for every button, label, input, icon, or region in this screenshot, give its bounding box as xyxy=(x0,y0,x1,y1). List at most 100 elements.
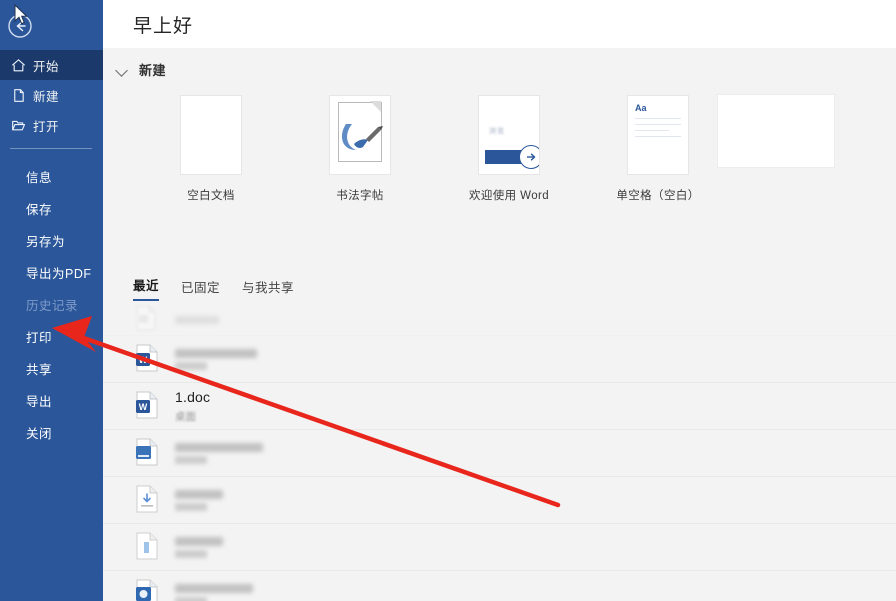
template-label: 欢迎使用 Word xyxy=(468,190,550,202)
sidebar-item-home[interactable]: 开始 xyxy=(0,50,103,80)
file-name-redacted xyxy=(175,348,257,358)
template-preview-text: 浏览 xyxy=(489,128,505,135)
calligraphy-brush-icon xyxy=(341,124,383,150)
table-row[interactable]: W xyxy=(103,336,896,383)
file-name-redacted xyxy=(175,315,219,324)
powerpoint-file-icon xyxy=(135,579,161,601)
table-row[interactable] xyxy=(103,477,896,524)
sidebar-item-label: 打印 xyxy=(26,330,53,345)
file-meta: 1.doc 桌面 xyxy=(175,389,210,424)
template-single-space-blank[interactable]: Aa 单空格（空白） xyxy=(588,95,728,203)
sidebar-item-label: 开始 xyxy=(33,59,60,74)
template-calligraphy[interactable]: 书法字帖 xyxy=(290,95,430,203)
word-backstage-screen: 开始 新建 打开 信息 保存 另存为 导出为PDF 历史记录 打印 共享 导出 … xyxy=(0,0,896,601)
file-meta xyxy=(175,315,219,324)
recent-files-list: W W 1.doc 桌面 xyxy=(103,304,896,601)
home-icon xyxy=(10,57,26,73)
template-preview-text: Aa xyxy=(635,103,647,113)
tab-label: 与我共享 xyxy=(242,281,295,295)
sidebar-item-label: 关闭 xyxy=(26,426,53,441)
blank-wide-thumb xyxy=(718,95,834,167)
file-location-redacted xyxy=(175,549,207,558)
welcome-word-thumb: 浏览 xyxy=(478,95,540,175)
tab-recent[interactable]: 最近 xyxy=(133,275,160,301)
sidebar-item-export-pdf[interactable]: 导出为PDF xyxy=(0,256,103,288)
sidebar-item-label: 共享 xyxy=(26,362,53,377)
table-row[interactable] xyxy=(103,571,896,601)
sidebar-secondary-nav: 信息 保存 另存为 导出为PDF 历史记录 打印 共享 导出 关闭 xyxy=(0,160,103,448)
table-row[interactable] xyxy=(103,524,896,571)
pdf-file-icon xyxy=(135,485,161,515)
sidebar-item-history: 历史记录 xyxy=(0,288,103,320)
sidebar-item-label: 导出为PDF xyxy=(26,266,92,281)
template-label: 空白文档 xyxy=(187,190,235,202)
table-row[interactable] xyxy=(103,430,896,477)
tab-shared-with-me[interactable]: 与我共享 xyxy=(242,277,294,301)
backstage-sidebar: 开始 新建 打开 信息 保存 另存为 导出为PDF 历史记录 打印 共享 导出 … xyxy=(0,0,103,601)
chevron-down-icon xyxy=(115,63,129,77)
greeting-bar: 早上好 xyxy=(103,0,896,48)
template-label: 单空格（空白） xyxy=(616,190,700,202)
back-button[interactable] xyxy=(6,12,34,40)
sidebar-item-label: 新建 xyxy=(33,89,60,104)
single-space-blank-thumb: Aa xyxy=(627,95,689,175)
new-section-header[interactable]: 新建 xyxy=(115,60,166,79)
svg-text:W: W xyxy=(139,402,148,412)
tab-label: 最近 xyxy=(133,279,160,293)
sidebar-item-save[interactable]: 保存 xyxy=(0,192,103,224)
table-row[interactable]: W 1.doc 桌面 xyxy=(103,383,896,430)
arrow-right-icon xyxy=(519,145,539,169)
file-name-redacted xyxy=(175,442,263,452)
table-row[interactable] xyxy=(103,304,896,336)
sidebar-item-close[interactable]: 关闭 xyxy=(0,416,103,448)
file-meta xyxy=(175,442,263,464)
file-meta xyxy=(175,348,257,370)
sidebar-item-open[interactable]: 打开 xyxy=(0,110,103,140)
recent-tabs: 最近 已固定 与我共享 xyxy=(133,275,294,301)
sidebar-item-share[interactable]: 共享 xyxy=(0,352,103,384)
back-circle-arrow-icon xyxy=(8,14,32,38)
calligraphy-thumb xyxy=(329,95,391,175)
file-name-redacted xyxy=(175,583,253,593)
file-location-redacted xyxy=(175,361,207,370)
template-blank-wide[interactable] xyxy=(718,95,868,179)
sidebar-item-label: 打开 xyxy=(33,119,60,134)
file-meta xyxy=(175,583,253,601)
word-file-icon: W xyxy=(135,344,161,374)
file-name: 1.doc xyxy=(175,388,211,405)
sidebar-item-print[interactable]: 打印 xyxy=(0,320,103,352)
file-meta xyxy=(175,489,223,511)
template-gallery: 空白文档 书法字帖 浏览 欢迎使用 Word Aa 单空格（空白） xyxy=(103,95,896,215)
backstage-main: 早上好 新建 空白文档 书法字帖 浏览 欢迎使用 Word Aa 单空格（空白）… xyxy=(103,0,896,601)
generic-file-icon xyxy=(135,305,161,335)
sidebar-item-new[interactable]: 新建 xyxy=(0,80,103,110)
template-blank-document[interactable]: 空白文档 xyxy=(141,95,281,203)
file-location-redacted xyxy=(175,455,207,464)
file-location-redacted xyxy=(175,596,207,601)
sidebar-item-label: 另存为 xyxy=(26,234,66,249)
sidebar-item-info[interactable]: 信息 xyxy=(0,160,103,192)
file-meta xyxy=(175,536,223,558)
file-location: 桌面 xyxy=(175,410,196,423)
sidebar-divider xyxy=(10,148,92,149)
blank-document-thumb xyxy=(180,95,242,175)
file-name-redacted xyxy=(175,489,223,499)
new-document-icon xyxy=(10,87,26,103)
svg-text:W: W xyxy=(139,355,148,365)
file-name-redacted xyxy=(175,536,223,546)
open-folder-icon xyxy=(10,117,26,133)
template-welcome-word[interactable]: 浏览 欢迎使用 Word xyxy=(439,95,579,203)
sidebar-item-label: 导出 xyxy=(26,394,53,409)
tab-pinned[interactable]: 已固定 xyxy=(181,277,220,301)
new-section-title: 新建 xyxy=(139,63,167,78)
sidebar-item-label: 保存 xyxy=(26,202,53,217)
template-label: 书法字帖 xyxy=(336,190,384,202)
text-file-icon xyxy=(135,532,161,562)
file-location-redacted xyxy=(175,502,207,511)
sidebar-item-label: 历史记录 xyxy=(26,298,79,313)
sidebar-item-save-as[interactable]: 另存为 xyxy=(0,224,103,256)
tab-label: 已固定 xyxy=(181,281,221,295)
excel-file-icon xyxy=(135,438,161,468)
sidebar-item-label: 信息 xyxy=(26,170,53,185)
sidebar-item-export[interactable]: 导出 xyxy=(0,384,103,416)
